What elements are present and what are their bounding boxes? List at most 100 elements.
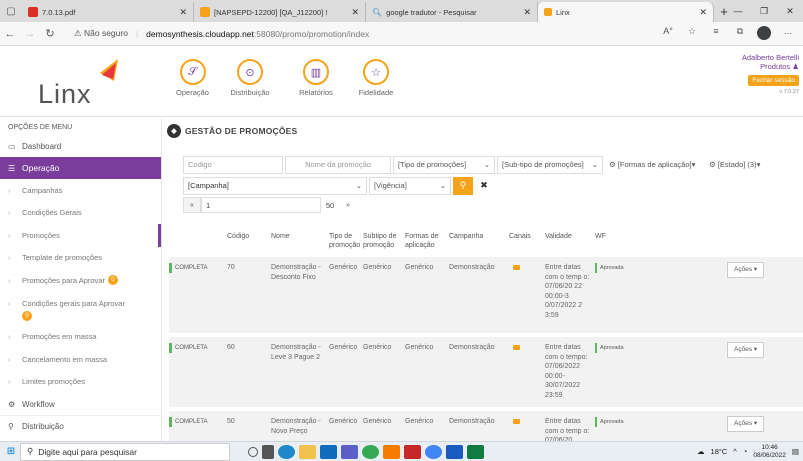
products-menu[interactable]: Produtos ♟ [742,62,799,71]
close-tab-icon[interactable]: ✕ [179,7,187,18]
windows-start-icon[interactable]: ⊞ [2,446,20,457]
excel-icon[interactable] [467,444,484,459]
column-header[interactable]: Validade [545,232,595,241]
browser-tab-1[interactable]: 7.0.13.pdf ✕ [22,2,194,22]
next-page-button[interactable]: » [339,197,357,213]
sidebar-item-condicoes-gerais[interactable]: Condições Gerais [0,202,161,225]
tray-chevron-icon[interactable]: ^ [733,447,737,456]
forward-icon[interactable]: → [20,28,40,40]
table-row[interactable]: COMPLETA 50 Demonstração - Novo Preço Ge… [169,411,803,441]
sidebar-item-condicoes-aprovar[interactable]: Condições gerais para Aprovar 0 [0,292,161,326]
security-warning[interactable]: ⚠ Não seguro [74,28,128,39]
notifications-icon[interactable]: ▤ [792,447,799,456]
widgets-icon[interactable] [262,444,274,459]
module-relatorios[interactable]: ▥ Relatórios [285,59,347,97]
page-number-input[interactable]: 1 [201,197,321,213]
tab-actions-icon[interactable]: ▢ [0,0,22,22]
app-red-icon[interactable] [404,444,421,459]
chrome-alt-icon[interactable] [425,444,442,459]
sidebar-section-operacao[interactable]: ☰ Operação [0,157,161,179]
browser-tab-4[interactable]: Linx ✕ [538,2,714,22]
page-size[interactable]: 50 [321,197,339,213]
column-header[interactable]: Canais [509,232,545,241]
sidebar-item-label: Promoções para Aprovar [22,275,105,285]
promotion-name-input[interactable]: Nome da promoção [285,155,391,174]
actions-dropdown[interactable]: Ações ▾ [727,416,765,432]
sidebar-item-limites-promocoes[interactable]: Limites promoções [0,371,161,394]
tab-title: Linx [556,7,570,17]
back-icon[interactable]: ← [0,28,20,40]
column-header[interactable]: Formas de aplicação [405,232,449,250]
application-forms-filter[interactable]: ⚙ [Formas de aplicação] ▾ [605,156,703,174]
clock[interactable]: 10:46 08/06/2022 [753,444,786,460]
close-tab-icon[interactable]: ✕ [523,7,531,18]
sidebar-item-promocoes-massa[interactable]: Promoções em massa [0,326,161,349]
sidebar-item-template-promocoes[interactable]: Template de promoções [0,247,161,270]
sidebar-item-workflow[interactable]: ⚙ Workflow [0,393,161,415]
column-header[interactable]: Campanha [449,232,509,241]
sidebar-item-promocoes-aprovar[interactable]: Promoções para Aprovar0 [0,269,161,292]
gear-icon: ⚙ [709,160,716,169]
promotion-subtype-select[interactable]: [Sub-tipo de promoções] ⌄ [497,155,603,174]
actions-dropdown[interactable]: Ações ▾ [727,262,765,278]
select-value: [Tipo de promoções] [398,160,467,169]
column-header[interactable]: Nome [271,232,329,241]
word-icon[interactable] [446,444,463,459]
table-row[interactable]: COMPLETA 70 Demonstração - Desconto Fixo… [169,257,803,337]
actions-label: Ações [734,420,753,427]
column-header[interactable]: WF [595,232,727,241]
validity-select[interactable]: [Vigência] ⌄ [369,176,451,195]
module-distribuicao[interactable]: ⊙ Distribuição [215,59,285,97]
profile-avatar[interactable] [755,25,773,42]
clear-filters-button[interactable]: ✖ [475,177,493,195]
outlook-icon[interactable] [320,444,337,459]
read-aloud-icon[interactable]: A° [659,26,677,42]
state-filter[interactable]: ⚙ [Estado] (3) ▾ [705,156,775,174]
search-button[interactable]: ⚲ [453,176,473,195]
code-input[interactable]: Codigo [183,155,283,174]
app-icon[interactable] [383,444,400,459]
taskbar-search-input[interactable]: ⚲ Digite aqui para pesquisar [20,442,230,461]
task-view-icon[interactable] [248,446,258,457]
column-header[interactable]: Código [227,232,271,241]
close-tab-icon[interactable]: ✕ [351,7,359,18]
sidebar-item-promocoes[interactable]: Promoções [0,224,161,247]
network-icon[interactable]: ◔ [743,447,748,456]
restore-icon[interactable]: ❐ [751,0,777,22]
reload-icon[interactable]: ↻ [40,27,60,40]
linx-logo[interactable]: Linx [38,55,128,110]
minimize-icon[interactable]: — [725,0,751,22]
column-header[interactable]: Subtipo de promoção [363,232,405,250]
table-row[interactable]: COMPLETA 60 Demonstração - Leve 3 Pague … [169,337,803,411]
edge-icon[interactable] [278,444,295,459]
sidebar-item-campanhas[interactable]: Campanhas [0,179,161,202]
location-pin-icon: ⚲ [8,422,14,431]
more-icon[interactable]: … [779,26,797,42]
first-page-button[interactable]: « [183,197,201,213]
temperature[interactable]: 18°C [711,447,728,456]
user-name[interactable]: Adalberto Bertelli [742,53,799,62]
module-fidelidade[interactable]: ☆ Fidelidade [347,59,405,97]
promotion-type-select[interactable]: [Tipo de promoções] ⌄ [393,155,495,174]
campaign-select[interactable]: [Campanha] ⌄ [183,176,367,195]
url-field[interactable]: ⚠ Não seguro | demosynthesis.cloudapp.ne… [74,28,659,39]
close-window-icon[interactable]: ✕ [777,0,803,22]
browser-tab-2[interactable]: [NAPSEPD-12200] [QA_J12200] ! ✕ [194,2,366,22]
sidebar-item-distribuicao[interactable]: ⚲ Distribuição [0,415,161,437]
weather-icon[interactable]: ☁ [697,447,705,456]
products-label: Produtos [760,62,791,71]
column-header[interactable]: Tipo de promoção [329,232,363,250]
chrome-icon[interactable] [362,444,379,459]
favorite-icon[interactable]: ☆ [683,26,701,42]
close-tab-icon[interactable]: ✕ [699,7,707,18]
module-operacao[interactable]: 𝒮 Operação [170,59,215,97]
browser-tab-3[interactable]: 🔍︎ google tradutor - Pesquisar ✕ [366,2,538,22]
logout-button[interactable]: Fechar sessão [748,75,799,86]
favorites-list-icon[interactable]: ≡ [707,26,725,42]
sidebar-item-cancelamento-massa[interactable]: Cancelamento em massa [0,348,161,371]
sidebar-item-dashboard[interactable]: ▭ Dashboard [0,135,161,157]
teams-icon[interactable] [341,444,358,459]
file-explorer-icon[interactable] [299,444,316,459]
actions-dropdown[interactable]: Ações ▾ [727,342,765,358]
collections-icon[interactable]: ⧉ [731,26,749,42]
